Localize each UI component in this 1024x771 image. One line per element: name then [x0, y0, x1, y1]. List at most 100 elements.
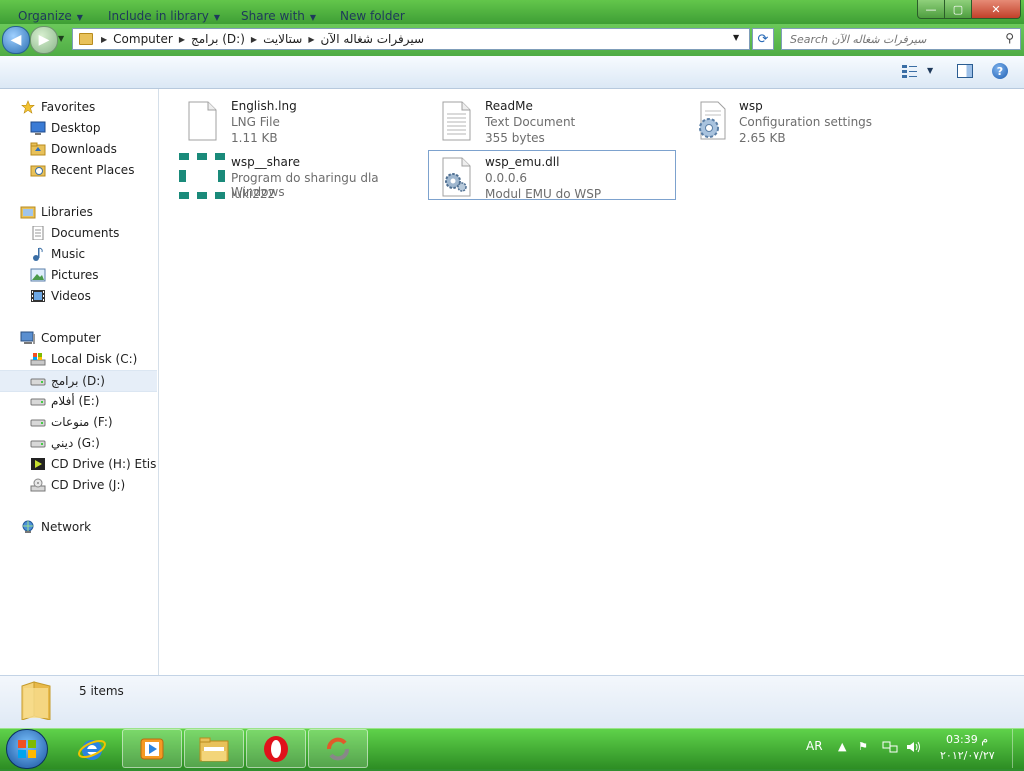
- nav-pictures-label: Pictures: [51, 268, 99, 282]
- clock-date[interactable]: ٢٠١٢/٠٧/٢٧: [940, 749, 995, 762]
- share-with-button[interactable]: Share with ▼: [241, 9, 316, 23]
- file-item-english-lng[interactable]: English.lng LNG File 1.11 KB: [175, 95, 421, 145]
- nav-recent-places[interactable]: Recent Places: [0, 160, 157, 180]
- arrow-left-icon: ◀: [10, 32, 22, 48]
- back-button[interactable]: ◀: [2, 26, 30, 54]
- file-description: Modul EMU do WSP: [485, 187, 602, 201]
- file-name: wsp: [739, 99, 763, 113]
- start-button[interactable]: [6, 729, 48, 769]
- refresh-button[interactable]: ⟳: [752, 28, 774, 50]
- item-count: 5 items: [79, 684, 124, 698]
- preview-pane-icon[interactable]: [957, 64, 973, 78]
- nav-drive-d[interactable]: برامج (D:): [0, 370, 157, 392]
- nav-drive-d-label: برامج (D:): [51, 374, 105, 388]
- nav-libraries[interactable]: Libraries: [0, 202, 157, 222]
- nav-downloads[interactable]: Downloads: [0, 139, 157, 159]
- refresh-arrows-app-icon: [327, 737, 349, 760]
- nav-videos[interactable]: Videos: [0, 286, 157, 306]
- nav-drive-e[interactable]: أفلام (E:): [0, 391, 157, 411]
- organize-label: Organize: [18, 9, 72, 23]
- desktop-icon: [30, 121, 46, 135]
- file-item-wsp[interactable]: wsp Configuration settings 2.65 KB: [683, 95, 929, 145]
- more-options-dropdown[interactable]: ▼: [927, 66, 933, 75]
- change-view-icon[interactable]: [902, 64, 918, 78]
- nav-drive-j-label: CD Drive (J:): [51, 478, 126, 492]
- organize-button[interactable]: Organize ▼: [18, 9, 83, 23]
- nav-music[interactable]: Music: [0, 244, 157, 264]
- nav-videos-label: Videos: [51, 289, 91, 303]
- taskbar-internet-explorer[interactable]: [62, 729, 122, 768]
- media-player-icon: [140, 738, 164, 759]
- chevron-down-icon: ▼: [309, 13, 317, 22]
- nav-favorites-label: Favorites: [41, 100, 96, 114]
- show-desktop-button[interactable]: [1012, 729, 1024, 768]
- nav-libraries-label: Libraries: [41, 205, 93, 219]
- new-folder-button[interactable]: New folder: [340, 9, 405, 23]
- text-document-icon: [442, 101, 471, 141]
- input-language[interactable]: AR: [806, 739, 823, 753]
- search-icon[interactable]: ⚲: [1005, 31, 1014, 45]
- clock-time[interactable]: 03:39 م: [946, 733, 988, 746]
- file-type: Text Document: [485, 115, 576, 129]
- nav-drive-f[interactable]: منوعات (F:): [0, 412, 157, 432]
- file-size: 2.65 KB: [739, 131, 786, 145]
- chevron-right-icon[interactable]: ▶: [251, 35, 257, 44]
- chevron-down-icon: ▼: [76, 13, 83, 22]
- help-icon[interactable]: ?: [992, 63, 1008, 79]
- nav-desktop[interactable]: Desktop: [0, 118, 157, 138]
- forward-button[interactable]: ▶: [30, 26, 58, 54]
- breadcrumb-drive-d[interactable]: برامج (D:): [191, 32, 245, 46]
- command-bar: [0, 56, 1024, 89]
- address-history-dropdown[interactable]: ▼: [733, 33, 739, 42]
- pictures-icon: [30, 268, 46, 282]
- file-item-wsp-emu-dll[interactable]: wsp_emu.dll 0.0.0.6 Modul EMU do WSP: [428, 150, 676, 201]
- file-name: wsp__share: [231, 155, 300, 169]
- file-item-readme[interactable]: ReadMe Text Document 355 bytes: [429, 95, 675, 145]
- file-name: English.lng: [231, 99, 297, 113]
- hard-drive-icon: [30, 419, 46, 427]
- chevron-right-icon: ▶: [101, 34, 108, 44]
- file-name: wsp_emu.dll: [485, 155, 560, 169]
- file-list: English.lng LNG File 1.11 KB ReadMe Text…: [159, 89, 1024, 675]
- nav-documents[interactable]: Documents: [0, 223, 157, 243]
- nav-drive-f-label: منوعات (F:): [51, 415, 113, 429]
- nav-favorites[interactable]: Favorites: [0, 97, 157, 117]
- flag-icon[interactable]: ⚑: [858, 740, 868, 753]
- network-icon[interactable]: [882, 740, 898, 757]
- include-in-library-button[interactable]: Include in library ▼: [108, 9, 220, 23]
- nav-drive-h[interactable]: CD Drive (H:) Etisalat: [0, 454, 157, 474]
- search-input[interactable]: [788, 29, 1002, 49]
- nav-drive-g-label: ديني (G:): [51, 436, 100, 450]
- chevron-right-icon[interactable]: ▶: [308, 35, 314, 44]
- arrow-up-icon[interactable]: ▲: [838, 740, 846, 753]
- maximize-button[interactable]: ▢: [944, 0, 972, 19]
- nav-computer[interactable]: Computer: [0, 328, 157, 348]
- search-box[interactable]: ⚲: [781, 28, 1021, 50]
- network-icon: [22, 520, 34, 533]
- breadcrumb-computer[interactable]: Computer: [113, 32, 173, 46]
- file-type: Configuration settings: [739, 115, 873, 129]
- nav-network[interactable]: Network: [0, 517, 157, 537]
- nav-drive-g[interactable]: ديني (G:): [0, 433, 157, 453]
- breadcrumb-satellite[interactable]: ستالايت: [263, 32, 302, 46]
- navigation-pane: Favorites Desktop Downloads Recent Place…: [0, 89, 159, 675]
- address-field[interactable]: ▶ Computer ▶ برامج (D:) ▶ ستالايت ▶ سيرف…: [72, 28, 750, 50]
- nav-pictures[interactable]: Pictures: [0, 265, 157, 285]
- nav-computer-label: Computer: [41, 331, 101, 345]
- taskbar-windows-explorer[interactable]: [184, 729, 244, 768]
- breadcrumb-current-folder[interactable]: سيرفرات شغاله الآن: [321, 32, 425, 46]
- chevron-down-icon: ▼: [213, 13, 221, 22]
- file-item-wsp-share[interactable]: wsp__share Program do sharingu dla Windo…: [175, 151, 421, 201]
- minimize-button[interactable]: —: [917, 0, 945, 19]
- taskbar-opera[interactable]: [246, 729, 306, 768]
- taskbar-media-player[interactable]: [122, 729, 182, 768]
- close-button[interactable]: ✕: [971, 0, 1021, 19]
- chevron-right-icon[interactable]: ▶: [179, 35, 185, 44]
- speaker-icon[interactable]: [906, 740, 922, 757]
- file-name: ReadMe: [485, 99, 533, 113]
- taskbar-app[interactable]: [308, 729, 368, 768]
- nav-drive-j[interactable]: CD Drive (J:): [0, 475, 157, 495]
- documents-icon: [32, 226, 44, 240]
- nav-drive-c[interactable]: Local Disk (C:): [0, 349, 157, 369]
- recent-pages-dropdown[interactable]: ▼: [58, 34, 64, 43]
